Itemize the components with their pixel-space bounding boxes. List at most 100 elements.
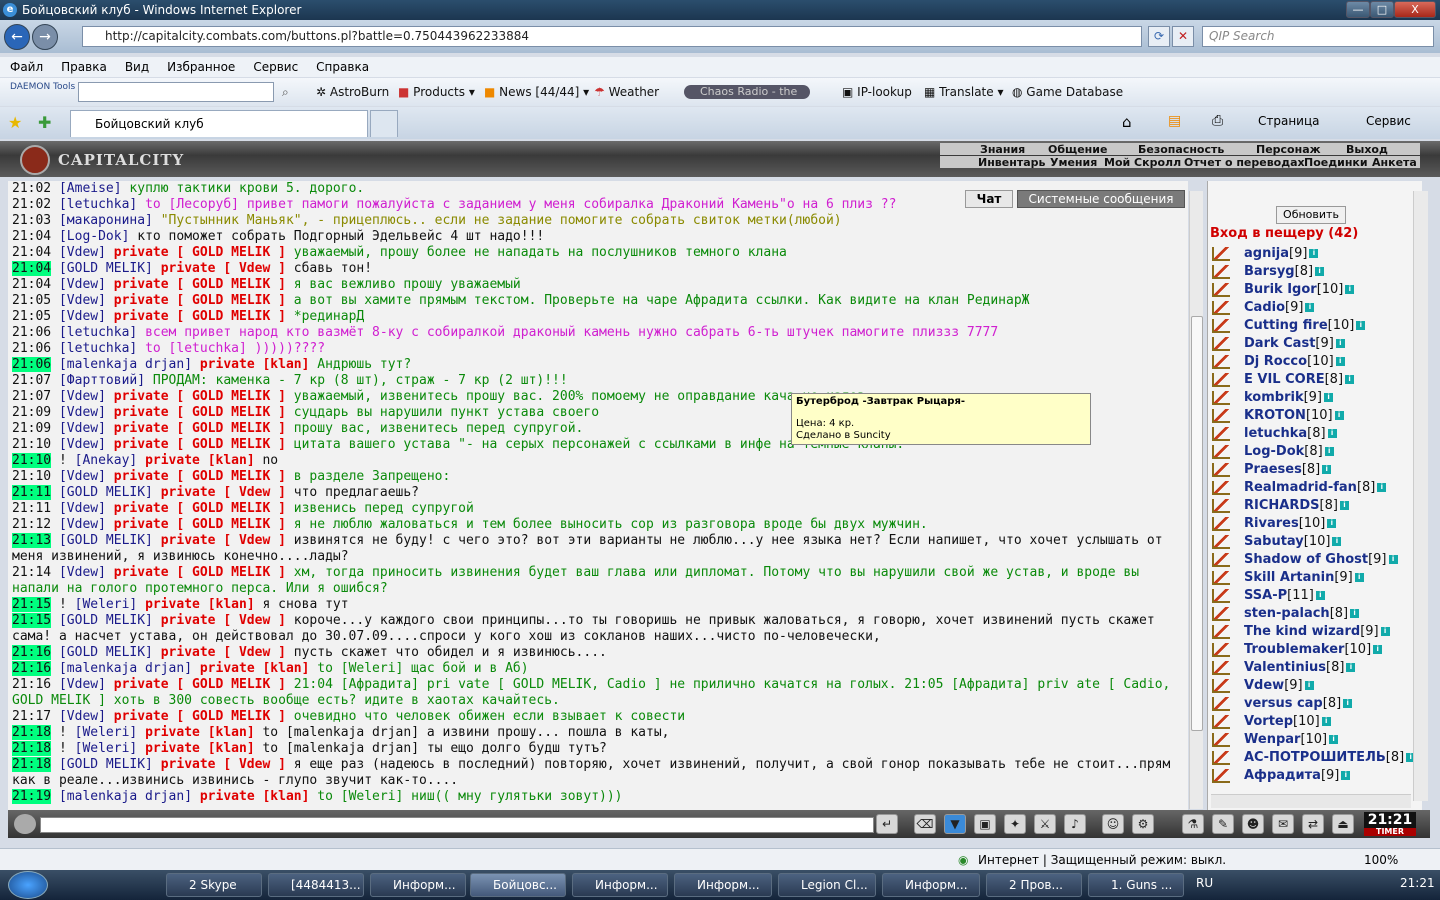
products-link[interactable]: ■ Products ▾ [398, 78, 475, 106]
nav-battles[interactable]: Поединки [1304, 156, 1368, 169]
chat-nick[interactable]: [Vdew] [59, 565, 106, 580]
user-list-item[interactable]: Barsyg[8] i [1244, 263, 1325, 281]
chat-nick[interactable]: [Vdew] [59, 469, 106, 484]
user-list-item[interactable]: Rivares[10] i [1244, 515, 1337, 533]
user-action-icon[interactable] [1212, 427, 1230, 441]
chat-scroll-thumb[interactable] [1191, 316, 1203, 731]
chat-nick[interactable]: [GOLD MELIK] [59, 533, 153, 548]
zoom-level[interactable]: 100% [1364, 849, 1398, 871]
chat-time[interactable]: 21:04 [12, 229, 51, 244]
user-action-icon[interactable] [1212, 391, 1230, 405]
stop-icon[interactable]: ✕ [1172, 26, 1194, 47]
chat-time[interactable]: 21:07 [12, 373, 51, 388]
taskbar-item[interactable]: Информ... [882, 873, 980, 897]
user-info-icon[interactable]: i [1327, 519, 1337, 528]
tab-system-messages[interactable]: Системные сообщения [1017, 190, 1185, 208]
chat-nick[interactable]: [макаронина] [59, 213, 153, 228]
user-action-icon[interactable] [1212, 625, 1230, 639]
user-list-item[interactable]: Praeses[8] i [1244, 461, 1332, 479]
user-info-icon[interactable]: i [1334, 411, 1344, 420]
user-info-icon[interactable]: i [1327, 429, 1337, 438]
scroll-icon[interactable]: ✎ [1212, 814, 1234, 834]
user-info-icon[interactable]: i [1305, 303, 1315, 312]
chat-private-tag[interactable]: private [ GOLD MELIK ] [106, 245, 286, 260]
user-action-icon[interactable] [1212, 499, 1230, 513]
user-action-icon[interactable] [1212, 661, 1230, 675]
nav-transfers[interactable]: Отчет о переводах [1184, 156, 1305, 169]
chat-private-tag[interactable]: private [ Vdew ] [153, 645, 286, 660]
chat-scrollbar[interactable] [1189, 191, 1203, 809]
user-info-icon[interactable]: i [1373, 645, 1383, 654]
user-list-item[interactable]: kombrik[9] i [1244, 389, 1334, 407]
user-list-item[interactable]: E VIL CORE[8] i [1244, 371, 1355, 389]
chat-time[interactable]: 21:10 [12, 453, 52, 468]
chat-nick[interactable]: [malenkaja drjan] [59, 661, 192, 676]
user-action-icon[interactable] [1212, 301, 1230, 315]
potion-icon[interactable]: ⚗ [1182, 814, 1204, 834]
nav-knowledge[interactable]: Знания [980, 143, 1025, 156]
menu-favorites[interactable]: Избранное [167, 60, 235, 74]
chat-nick[interactable]: [Vdew] [59, 309, 106, 324]
user-list-item[interactable]: KROTON[10] i [1244, 407, 1344, 425]
user-list-item[interactable]: Dark Cast[9] i [1244, 335, 1345, 353]
user-list-item[interactable]: Sabutay[10] i [1244, 533, 1342, 551]
user-list-item[interactable]: Wenpar[10] i [1244, 731, 1339, 749]
chat-nick[interactable]: [malenkaja drjan] [59, 789, 192, 804]
user-info-icon[interactable]: i [1356, 321, 1366, 330]
user-info-icon[interactable]: i [1339, 501, 1349, 510]
send-icon[interactable]: ↵ [876, 814, 898, 834]
taskbar-item[interactable]: Legion Cl... [778, 873, 876, 897]
chat-nick[interactable]: [Ameise] [59, 181, 122, 196]
user-nick[interactable]: kombrik [1244, 390, 1304, 405]
menu-tools[interactable]: Сервис [253, 60, 298, 74]
chat-time[interactable]: 21:14 [12, 565, 51, 580]
new-tab-button[interactable] [370, 110, 398, 137]
user-list-item[interactable]: Cadio[9] i [1244, 299, 1315, 317]
chat-time[interactable]: 21:18 [12, 741, 52, 756]
chat-private-tag[interactable]: private [klan] [192, 789, 310, 804]
chat-private-tag[interactable]: private [ Vdew ] [153, 485, 286, 500]
user-list-item[interactable]: Realmadrid-fan[8] i [1244, 479, 1387, 497]
user-nick[interactable]: sten-palach [1244, 606, 1330, 621]
chat-nick[interactable]: [letuchka] [59, 197, 137, 212]
user-action-icon[interactable] [1212, 337, 1230, 351]
user-action-icon[interactable] [1212, 697, 1230, 711]
chat-time[interactable]: 21:12 [12, 517, 51, 532]
user-action-icon[interactable] [1212, 373, 1230, 387]
user-list-item[interactable]: sten-palach[8] i [1244, 605, 1360, 623]
chat-time[interactable]: 21:15 [12, 613, 52, 628]
fight-icon[interactable]: ✦ [1004, 814, 1026, 834]
chat-time[interactable]: 21:04 [12, 261, 52, 276]
user-action-icon[interactable] [1212, 517, 1230, 531]
news-link[interactable]: ■ News [44/44] ▾ [484, 78, 589, 106]
favorites-star-icon[interactable]: ★ [8, 113, 22, 132]
chat-nick[interactable]: [Vdew] [59, 677, 106, 692]
gamedb-link[interactable]: ◍ Game Database [1012, 78, 1123, 106]
user-action-icon[interactable] [1212, 409, 1230, 423]
chat-time[interactable]: 21:04 [12, 277, 51, 292]
chat-private-tag[interactable]: private [ GOLD MELIK ] [106, 517, 286, 532]
menu-view[interactable]: Вид [125, 60, 149, 74]
chat-private-tag[interactable]: private [klan] [137, 597, 255, 612]
user-info-icon[interactable]: i [1315, 591, 1325, 600]
chat-time[interactable]: 21:05 [12, 309, 51, 324]
iplookup-link[interactable]: ▣ IP-lookup [842, 78, 912, 106]
chat-private-tag[interactable]: private [ Vdew ] [153, 613, 286, 628]
chat-time[interactable]: 21:09 [12, 405, 51, 420]
user-info-icon[interactable]: i [1350, 609, 1360, 618]
chat-settings-icon[interactable]: ⚙ [1132, 814, 1154, 834]
user-info-icon[interactable]: i [1341, 771, 1351, 780]
user-action-icon[interactable] [1212, 607, 1230, 621]
user-info-icon[interactable]: i [1322, 465, 1332, 474]
user-list-item[interactable]: Афрадита[9] i [1244, 767, 1351, 785]
user-list-item[interactable]: Vortep[10] i [1244, 713, 1331, 731]
taskbar-item[interactable]: [4484413... [268, 873, 364, 897]
chat-time[interactable]: 21:16 [12, 677, 51, 692]
user-info-icon[interactable]: i [1354, 573, 1364, 582]
maximize-button[interactable]: □ [1370, 1, 1394, 18]
chat-time[interactable]: 21:15 [12, 597, 52, 612]
nav-security[interactable]: Безопасность [1138, 143, 1224, 156]
chat-nick[interactable]: [Vdew] [59, 277, 106, 292]
user-list-item[interactable]: RICHARDS[8] i [1244, 497, 1349, 515]
user-nick[interactable]: Praeses [1244, 462, 1302, 477]
